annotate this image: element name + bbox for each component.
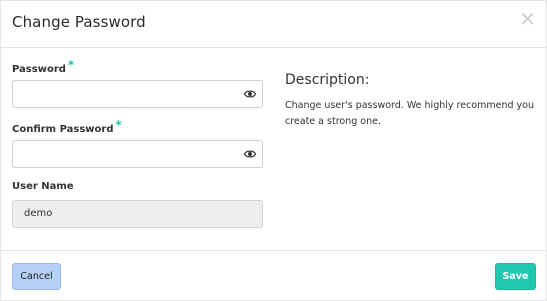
password-field[interactable]	[12, 80, 263, 108]
user-name-value: demo	[24, 208, 53, 219]
confirm-password-input[interactable]	[13, 141, 233, 167]
password-label: Password *	[12, 58, 75, 75]
dialog-header: Change Password ✕	[1, 1, 547, 48]
required-mark: *	[67, 58, 75, 72]
dialog-title: Change Password	[12, 13, 146, 31]
description-heading: Description:	[285, 72, 370, 88]
eye-icon[interactable]	[244, 89, 256, 99]
change-password-dialog: Change Password ✕ Password * Confirm Pass…	[0, 0, 547, 301]
user-name-label-text: User Name	[12, 181, 74, 192]
dialog-footer: Cancel Save	[1, 250, 547, 301]
close-icon[interactable]: ✕	[519, 9, 536, 29]
save-button[interactable]: Save	[495, 263, 536, 290]
cancel-button[interactable]: Cancel	[12, 263, 61, 290]
required-mark: *	[115, 118, 122, 132]
eye-icon[interactable]	[244, 149, 256, 159]
description-text: Change user's password. We highly recomm…	[285, 100, 534, 127]
confirm-password-label-text: Confirm Password	[12, 124, 114, 135]
password-label-text: Password	[12, 64, 66, 75]
confirm-password-label: Confirm Password *	[12, 118, 122, 135]
password-input[interactable]	[13, 81, 233, 107]
user-name-field: demo	[12, 200, 263, 228]
user-name-label: User Name	[12, 181, 74, 192]
confirm-password-field[interactable]	[12, 140, 263, 168]
